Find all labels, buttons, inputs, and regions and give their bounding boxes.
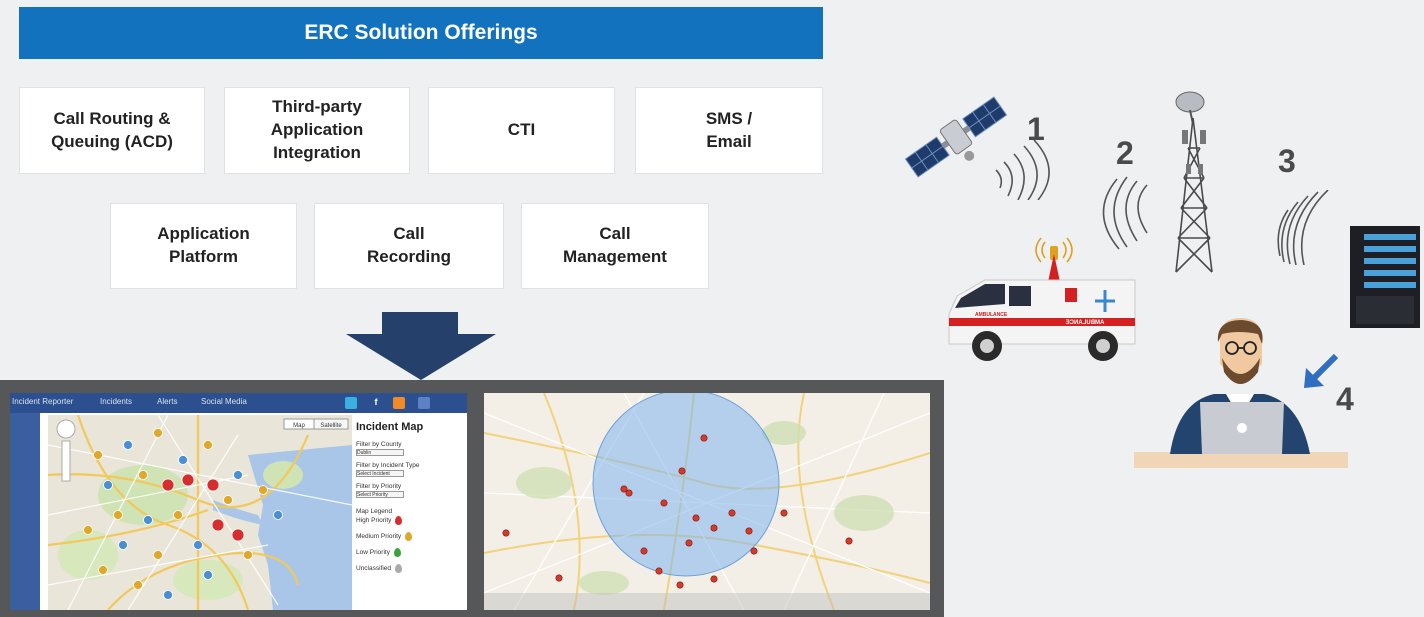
map-marker[interactable] xyxy=(676,581,684,589)
offering-card-third-party-integration: Third-party Application Integration xyxy=(224,87,410,174)
pin-red-icon xyxy=(395,516,403,525)
ambulance-icon: AMBULANCE AMBULANCE xyxy=(948,237,1136,361)
legend-medium: Medium Priority xyxy=(356,532,464,541)
offering-card-call-recording: Call Recording xyxy=(314,203,504,289)
map-marker[interactable] xyxy=(113,510,123,520)
map-marker[interactable] xyxy=(83,525,93,535)
down-arrow-icon xyxy=(346,312,496,380)
map-marker[interactable] xyxy=(133,580,143,590)
map-marker[interactable] xyxy=(206,478,220,492)
map-marker[interactable] xyxy=(118,540,128,550)
map-marker[interactable] xyxy=(700,434,708,442)
signal-waves-icon xyxy=(1277,190,1329,265)
radius-map-pane xyxy=(484,393,930,610)
map-marker[interactable] xyxy=(728,509,736,517)
map-marker[interactable] xyxy=(123,440,133,450)
map-marker[interactable] xyxy=(655,567,663,575)
map-marker[interactable] xyxy=(710,575,718,583)
pointer-arrow-icon xyxy=(1304,353,1339,388)
county-select[interactable]: Dublin xyxy=(356,449,404,456)
filter-incident-type[interactable]: Filter by Incident Type Select Incident xyxy=(356,462,464,477)
nav-incident-reporter[interactable]: Incident Reporter xyxy=(12,397,73,406)
legend-unclassified: Unclassified xyxy=(356,564,464,573)
app-side-strip xyxy=(10,413,40,610)
step-number-2: 2 xyxy=(1116,135,1134,171)
map-marker[interactable] xyxy=(692,514,700,522)
map-marker[interactable] xyxy=(98,565,108,575)
incident-map-title: Incident Map xyxy=(356,421,424,433)
map-marker[interactable] xyxy=(750,547,758,555)
ambulance-label: AMBULANCE xyxy=(1066,320,1105,326)
map-marker[interactable] xyxy=(745,527,753,535)
nav-incidents[interactable]: Incidents xyxy=(100,397,132,406)
cell-tower-icon xyxy=(1175,91,1213,273)
nav-social-media[interactable]: Social Media xyxy=(201,397,247,406)
legend-low: Low Priority xyxy=(356,548,464,557)
email-icon[interactable] xyxy=(418,397,430,409)
operator-icon xyxy=(1134,318,1348,468)
map-marker[interactable] xyxy=(233,470,243,480)
map-marker[interactable] xyxy=(138,470,148,480)
map-marker[interactable] xyxy=(223,495,233,505)
radius-incident-map[interactable] xyxy=(484,393,930,610)
map-marker[interactable] xyxy=(103,480,113,490)
facebook-icon[interactable]: f xyxy=(370,397,382,409)
pin-yellow-icon xyxy=(405,532,413,541)
map-marker[interactable] xyxy=(258,485,268,495)
signal-waves-icon xyxy=(995,140,1050,200)
map-marker[interactable] xyxy=(203,570,213,580)
map-marker[interactable] xyxy=(143,515,153,525)
rss-icon[interactable] xyxy=(393,397,405,409)
offering-card-call-management: Call Management xyxy=(521,203,709,289)
map-marker[interactable] xyxy=(685,539,693,547)
map-marker[interactable] xyxy=(153,550,163,560)
map-marker[interactable] xyxy=(153,428,163,438)
incident-type-select[interactable]: Select Incident xyxy=(356,470,404,477)
pin-green-icon xyxy=(393,548,401,557)
offering-card-cti: CTI xyxy=(428,87,615,174)
map-marker[interactable] xyxy=(780,509,788,517)
map-marker[interactable] xyxy=(231,528,245,542)
ambulance-label-small: AMBULANCE xyxy=(975,312,1008,318)
map-marker[interactable] xyxy=(678,467,686,475)
map-marker[interactable] xyxy=(273,510,283,520)
map-marker[interactable] xyxy=(173,510,183,520)
map-marker[interactable] xyxy=(161,478,175,492)
map-marker[interactable] xyxy=(502,529,510,537)
legend-title: Map Legend xyxy=(356,508,393,515)
map-button-label: Map xyxy=(293,423,305,429)
map-marker[interactable] xyxy=(243,550,253,560)
server-rack-icon xyxy=(1350,226,1420,328)
map-marker[interactable] xyxy=(710,524,718,532)
step-number-3: 3 xyxy=(1278,143,1296,179)
filter-county[interactable]: Filter by County Dublin xyxy=(356,441,464,456)
incident-map-panel: Incident Map Filter by County Dublin Fil… xyxy=(356,421,464,580)
map-marker[interactable] xyxy=(203,440,213,450)
map-marker[interactable] xyxy=(660,499,668,507)
map-marker[interactable] xyxy=(93,450,103,460)
map-marker[interactable] xyxy=(193,540,203,550)
map-marker[interactable] xyxy=(181,473,195,487)
satellite-button-label: Satellite xyxy=(320,423,342,429)
offering-card-application-platform: Application Platform xyxy=(110,203,297,289)
nav-alerts[interactable]: Alerts xyxy=(157,397,177,406)
offering-card-sms-email: SMS / Email xyxy=(635,87,823,174)
priority-select[interactable]: Select Priority xyxy=(356,491,404,498)
map-marker[interactable] xyxy=(163,590,173,600)
app-nav-bar: Incident Reporter Incidents Alerts Socia… xyxy=(10,393,467,413)
map-marker[interactable] xyxy=(178,455,188,465)
map-marker[interactable] xyxy=(555,574,563,582)
map-marker[interactable] xyxy=(845,537,853,545)
twitter-icon[interactable] xyxy=(345,397,357,409)
dublin-incident-map[interactable]: Map Satellite xyxy=(48,415,352,610)
filter-priority[interactable]: Filter by Priority Select Priority xyxy=(356,483,464,498)
map-marker[interactable] xyxy=(620,485,628,493)
offering-card-call-routing: Call Routing & Queuing (ACD) xyxy=(19,87,205,174)
map-marker[interactable] xyxy=(211,518,225,532)
incident-map-app: Incident Reporter Incidents Alerts Socia… xyxy=(10,393,467,610)
offerings-banner: ERC Solution Offerings xyxy=(19,7,823,59)
pin-grey-icon xyxy=(395,564,403,573)
map-marker[interactable] xyxy=(640,547,648,555)
legend-high: High Priority xyxy=(356,516,464,525)
